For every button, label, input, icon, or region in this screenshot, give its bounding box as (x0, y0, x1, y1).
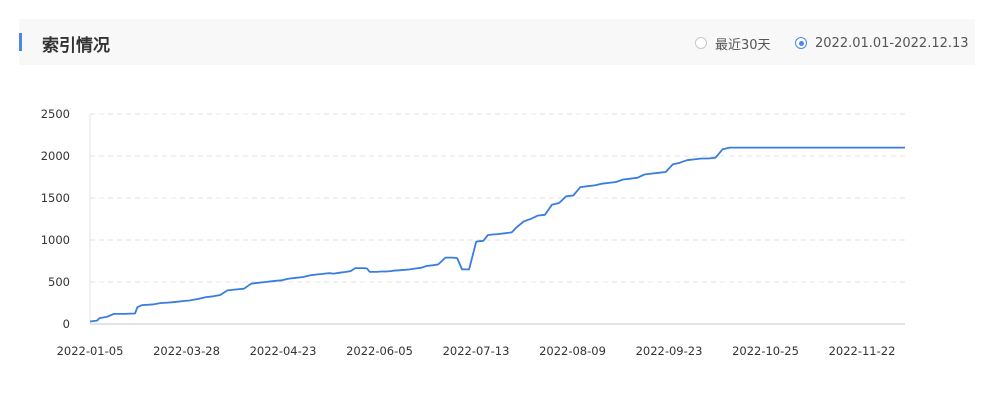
chart-y-axis: 0 500 1000 1500 2000 2500 (41, 107, 91, 331)
x-tick-label: 2022-06-05 (346, 344, 413, 358)
chart-series (89, 146, 905, 323)
chart-gridlines (90, 113, 905, 283)
x-tick-label: 2022-10-25 (732, 344, 799, 358)
series-line (89, 146, 905, 323)
chart-x-axis: 2022-01-05 2022-03-28 2022-04-23 2022-06-05… (57, 323, 905, 358)
y-tick-label: 0 (63, 317, 70, 331)
y-tick-label: 1000 (41, 233, 70, 247)
y-tick-label: 2500 (41, 107, 70, 121)
x-tick-label: 2022-11-22 (829, 344, 896, 358)
x-tick-label: 2022-01-05 (57, 344, 124, 358)
x-tick-label: 2022-07-13 (443, 344, 510, 358)
x-tick-label: 2022-08-09 (539, 344, 606, 358)
index-line-chart: 0 500 1000 1500 2000 2500 2022-01-05 2022-03-2… (41, 107, 905, 358)
x-tick-label: 2022-09-23 (636, 344, 703, 358)
y-tick-label: 2000 (41, 149, 70, 163)
x-tick-label: 2022-04-23 (250, 344, 317, 358)
y-tick-label: 500 (48, 275, 70, 289)
x-tick-label: 2022-03-28 (153, 344, 220, 358)
y-tick-label: 1500 (41, 191, 70, 205)
